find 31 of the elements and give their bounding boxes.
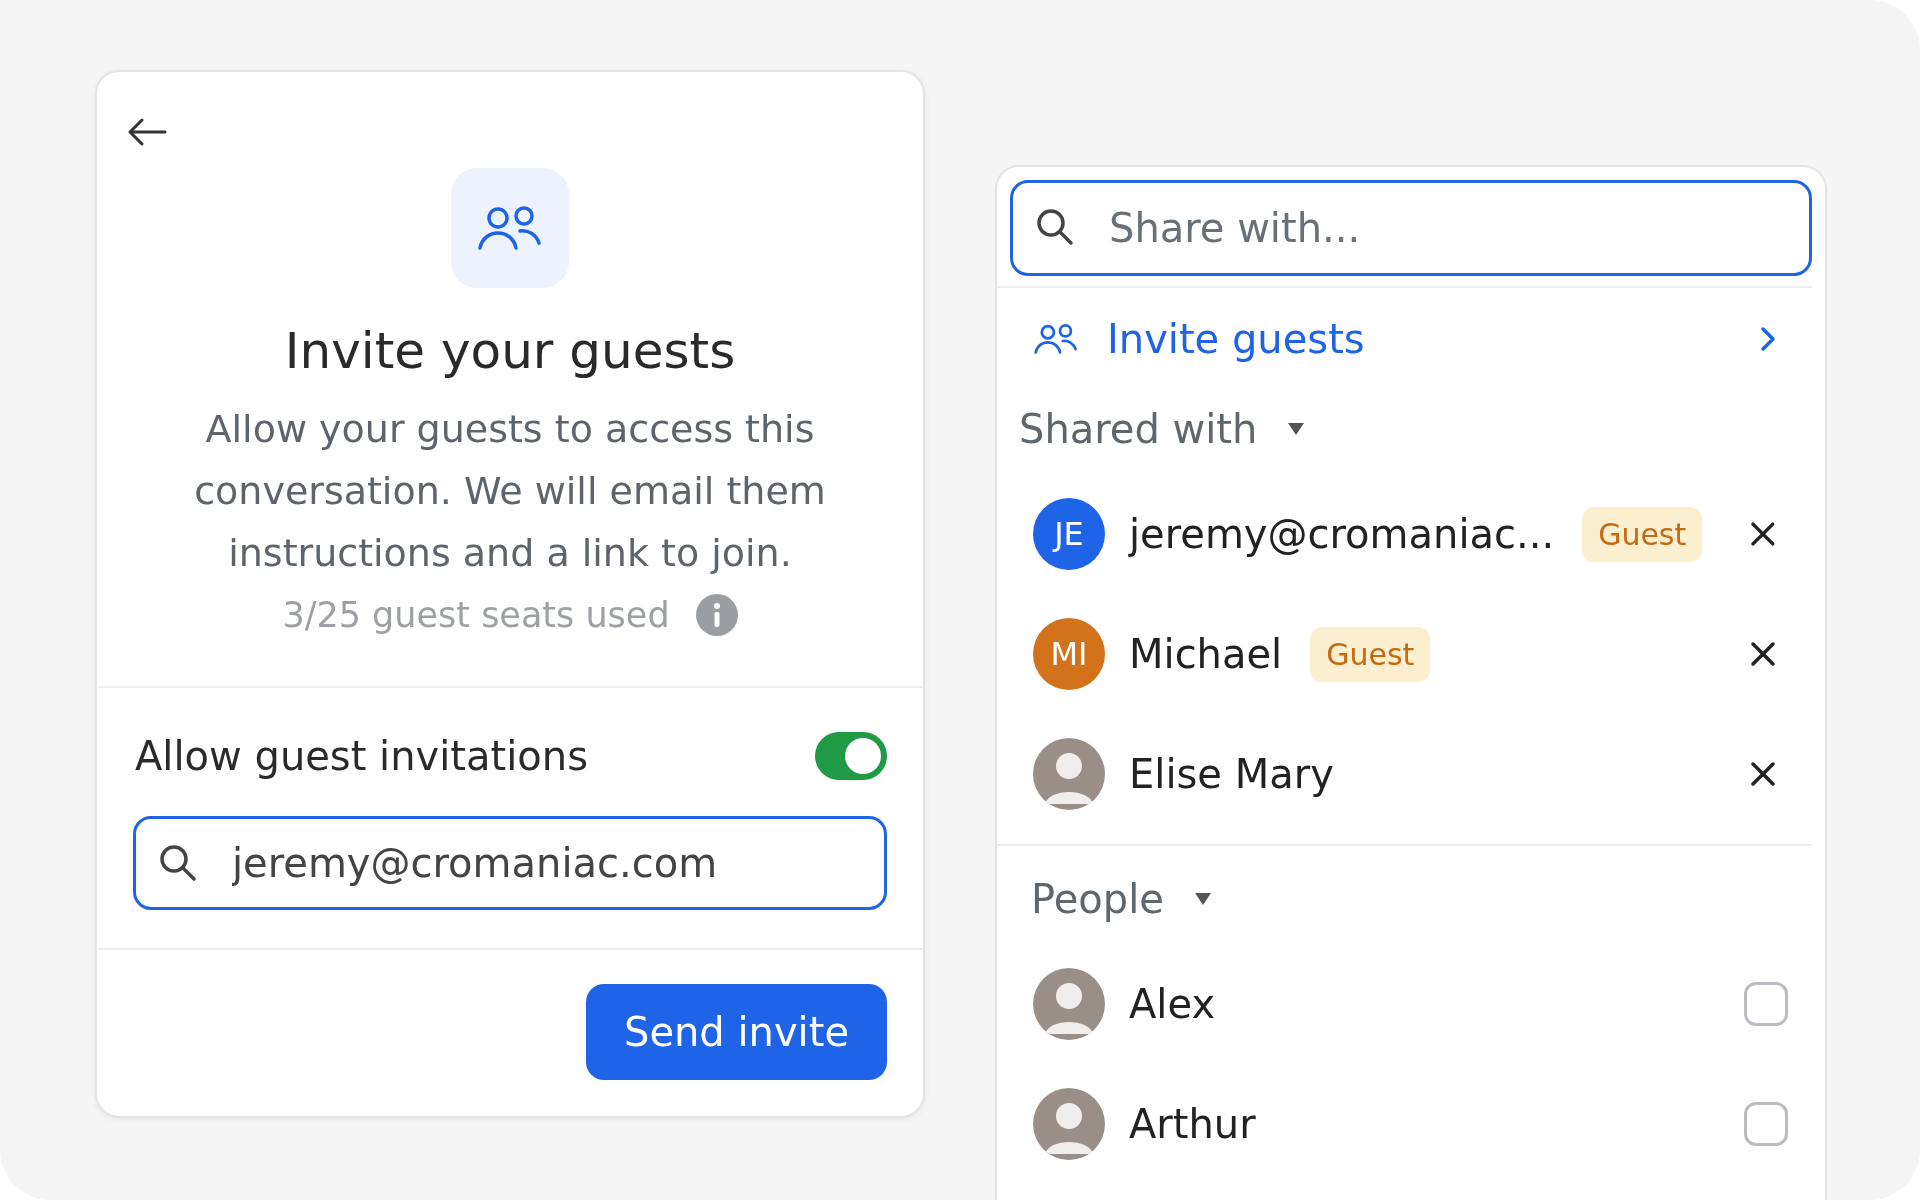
checkbox[interactable] [1744,1102,1788,1146]
caret-icon[interactable] [1193,892,1212,906]
person-name: jeremy@cromaniac... [1129,511,1555,557]
guest-badge: Guest [1310,626,1431,682]
person-name: Arthur [1129,1101,1256,1147]
invite-guests-row[interactable]: Invite guests [997,286,1812,388]
chevron-right-icon [1760,326,1776,352]
checkbox[interactable] [1744,982,1788,1026]
dialog-description: Allow your guests to access this conversation. We will email them instructions and a link to join. [193,406,827,577]
people-icon [1033,322,1079,356]
caret-icon[interactable] [1287,422,1306,436]
guest-badge: Guest [1582,506,1703,562]
seats-used-text: 3/25 guest seats used [282,595,670,635]
person-name: Elise Mary [1129,751,1334,797]
person-name: Alex [1129,981,1216,1027]
back-arrow-icon[interactable] [127,117,167,147]
section-label: People [1031,876,1164,922]
info-icon[interactable] [695,594,738,636]
section-label: Shared with [1019,406,1258,452]
dialog-title: Invite your guests [284,322,736,380]
close-icon[interactable] [1750,521,1776,547]
initials-avatar: MI [1033,618,1105,690]
initials-avatar: JE [1033,498,1105,570]
send-invite-button[interactable]: Send invite [586,984,887,1080]
people-icon [476,204,544,252]
toggle-label: Allow guest invitations [135,733,588,779]
close-icon[interactable] [1750,641,1776,667]
person-name: Michael [1129,631,1283,677]
close-icon[interactable] [1750,761,1776,787]
share-search-field[interactable]: Share with... [1010,180,1812,276]
toggle-switch[interactable] [815,732,887,780]
